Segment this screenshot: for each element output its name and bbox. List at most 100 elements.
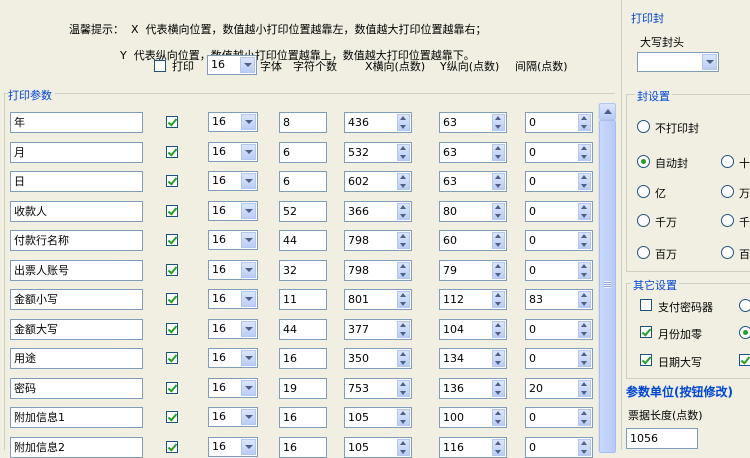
extra-checkbox[interactable] [739,354,750,366]
spinner-arrows-icon[interactable] [397,144,410,161]
param-print-checkbox[interactable] [166,205,178,217]
spinner-arrows-icon[interactable] [492,232,505,249]
param-font-select[interactable]: 16 [208,171,258,191]
radio-ten[interactable] [721,155,734,168]
spinner-arrows-icon[interactable] [492,262,505,279]
pay-pwd-checkbox[interactable] [640,299,652,311]
chevron-down-icon[interactable] [241,262,256,278]
chevron-down-icon[interactable] [241,321,256,337]
spinner-arrows-icon[interactable] [397,409,410,426]
font-size-select[interactable]: 16 [207,55,257,75]
spinner-arrows-icon[interactable] [492,291,505,308]
spinner-arrows-icon[interactable] [578,203,591,220]
param-name-field[interactable]: 附加信息2 [10,437,143,458]
spinner-arrows-icon[interactable] [578,321,591,338]
param-chars-field[interactable]: 16 [279,407,327,428]
chevron-down-icon[interactable] [241,203,256,219]
param-y-spinner[interactable]: 63 [439,142,507,163]
param-name-field[interactable]: 用途 [10,348,143,369]
seal-select[interactable] [637,52,719,72]
param-y-spinner[interactable]: 116 [439,437,507,458]
param-chars-field[interactable]: 44 [279,319,327,340]
spinner-arrows-icon[interactable] [397,439,410,456]
param-font-select[interactable]: 16 [208,142,258,162]
param-name-field[interactable]: 出票人账号 [10,260,143,281]
param-y-spinner[interactable]: 136 [439,378,507,399]
spinner-arrows-icon[interactable] [492,114,505,131]
param-chars-field[interactable]: 44 [279,230,327,251]
param-print-checkbox[interactable] [166,175,178,187]
param-y-spinner[interactable]: 100 [439,407,507,428]
radio-extra-2[interactable] [739,326,750,339]
param-gap-spinner[interactable]: 0 [525,112,593,133]
param-x-spinner[interactable]: 350 [344,348,412,369]
spinner-arrows-icon[interactable] [492,321,505,338]
param-y-spinner[interactable]: 112 [439,289,507,310]
chevron-down-icon[interactable] [241,114,256,130]
radio-baiwan[interactable] [637,246,650,259]
spinner-arrows-icon[interactable] [578,262,591,279]
param-x-spinner[interactable]: 366 [344,201,412,222]
spinner-arrows-icon[interactable] [578,439,591,456]
param-chars-field[interactable]: 32 [279,260,327,281]
chevron-down-icon[interactable] [241,144,256,160]
param-gap-spinner[interactable]: 20 [525,378,593,399]
spinner-arrows-icon[interactable] [492,439,505,456]
spinner-arrows-icon[interactable] [578,232,591,249]
param-font-select[interactable]: 16 [208,289,258,309]
month-zero-checkbox[interactable] [640,326,652,338]
date-upper-checkbox[interactable] [640,354,652,366]
spinner-arrows-icon[interactable] [578,173,591,190]
param-font-select[interactable]: 16 [208,319,258,339]
scroll-thumb[interactable] [599,120,616,453]
spinner-arrows-icon[interactable] [397,232,410,249]
param-chars-field[interactable]: 16 [279,348,327,369]
param-chars-field[interactable]: 8 [279,112,327,133]
param-print-checkbox[interactable] [166,352,178,364]
spinner-arrows-icon[interactable] [492,350,505,367]
param-x-spinner[interactable]: 798 [344,260,412,281]
param-font-select[interactable]: 16 [208,348,258,368]
radio-no-print-seal[interactable] [637,120,650,133]
param-gap-spinner[interactable]: 0 [525,201,593,222]
param-gap-spinner[interactable]: 0 [525,230,593,251]
param-name-field[interactable]: 月 [10,142,143,163]
param-print-checkbox[interactable] [166,441,178,453]
param-x-spinner[interactable]: 377 [344,319,412,340]
param-print-checkbox[interactable] [166,116,178,128]
radio-qianwan[interactable] [637,214,650,227]
chevron-down-icon[interactable] [241,173,256,189]
radio-auto-seal[interactable] [637,155,650,168]
radio-extra-1[interactable] [739,299,750,312]
param-gap-spinner[interactable]: 0 [525,437,593,458]
param-chars-field[interactable]: 6 [279,171,327,192]
spinner-arrows-icon[interactable] [578,114,591,131]
param-font-select[interactable]: 16 [208,378,258,398]
radio-wan[interactable] [721,185,734,198]
spinner-arrows-icon[interactable] [397,114,410,131]
unit-title[interactable]: 参数单位(按钮修改) [626,383,733,400]
param-gap-spinner[interactable]: 0 [525,407,593,428]
spinner-arrows-icon[interactable] [397,173,410,190]
print-all-checkbox[interactable] [154,60,166,72]
param-y-spinner[interactable]: 60 [439,230,507,251]
param-y-spinner[interactable]: 63 [439,171,507,192]
param-name-field[interactable]: 收款人 [10,201,143,222]
param-x-spinner[interactable]: 532 [344,142,412,163]
param-x-spinner[interactable]: 602 [344,171,412,192]
param-x-spinner[interactable]: 801 [344,289,412,310]
param-y-spinner[interactable]: 63 [439,112,507,133]
spinner-arrows-icon[interactable] [578,350,591,367]
param-name-field[interactable]: 付款行名称 [10,230,143,251]
spinner-arrows-icon[interactable] [578,380,591,397]
param-x-spinner[interactable]: 105 [344,437,412,458]
param-y-spinner[interactable]: 104 [439,319,507,340]
chevron-down-icon[interactable] [241,380,256,396]
param-x-spinner[interactable]: 753 [344,378,412,399]
spinner-arrows-icon[interactable] [492,173,505,190]
param-gap-spinner[interactable]: 0 [525,319,593,340]
param-gap-spinner[interactable]: 0 [525,348,593,369]
chevron-down-icon[interactable] [241,350,256,366]
param-chars-field[interactable]: 6 [279,142,327,163]
spinner-arrows-icon[interactable] [397,321,410,338]
